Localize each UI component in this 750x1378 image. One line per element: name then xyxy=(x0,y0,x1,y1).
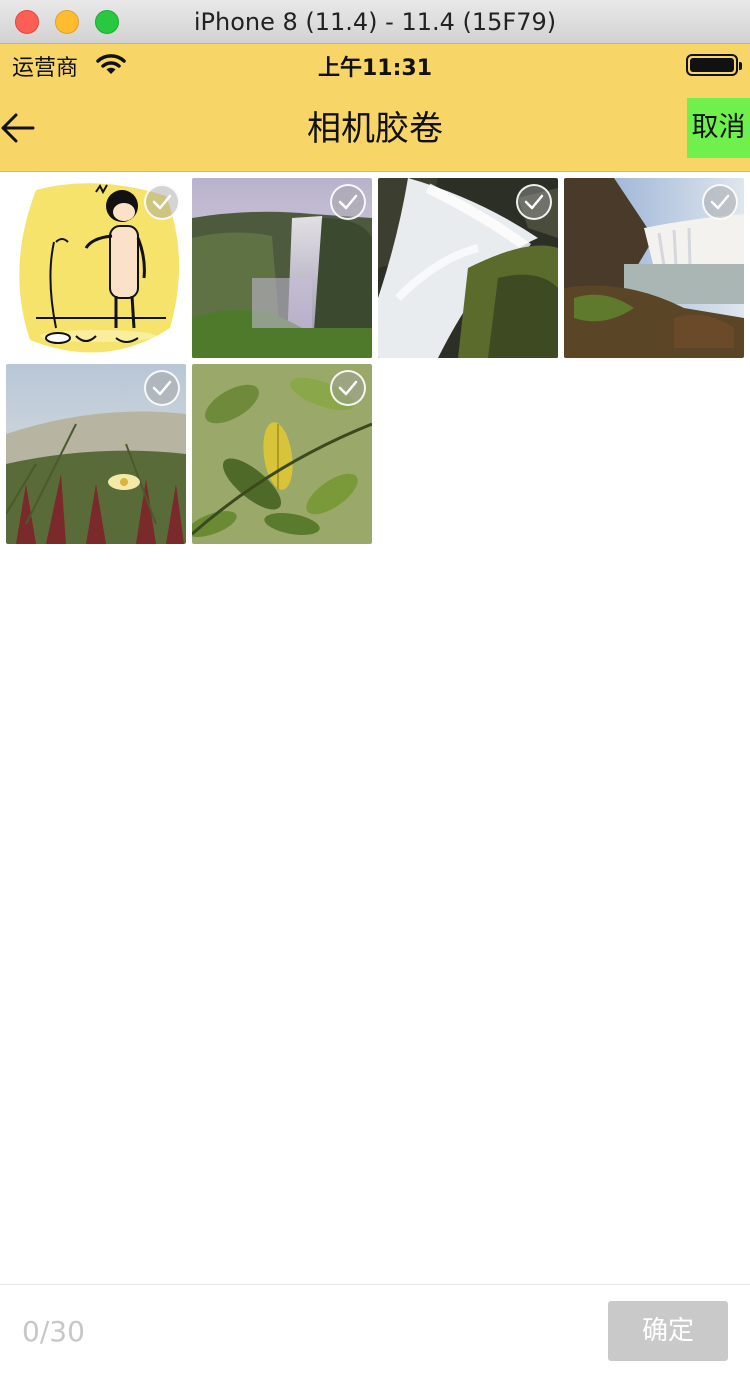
selection-count: 0/30 xyxy=(22,1315,85,1348)
status-bar: 运营商 上午11:31 xyxy=(0,44,750,86)
select-checkmark-icon[interactable] xyxy=(144,370,180,406)
navigation-bar: 相机胶卷 取消 xyxy=(0,86,750,172)
select-checkmark-icon[interactable] xyxy=(144,184,180,220)
battery-icon xyxy=(686,54,742,76)
window-titlebar: iPhone 8 (11.4) - 11.4 (15F79) xyxy=(0,0,750,44)
confirm-button[interactable]: 确定 xyxy=(608,1301,728,1361)
photo-cell[interactable] xyxy=(564,178,744,358)
select-checkmark-icon[interactable] xyxy=(330,370,366,406)
window-title: iPhone 8 (11.4) - 11.4 (15F79) xyxy=(193,8,557,36)
status-time: 上午11:31 xyxy=(317,56,433,81)
photo-cell[interactable] xyxy=(6,364,186,544)
select-checkmark-icon[interactable] xyxy=(702,184,738,220)
photo-cell[interactable] xyxy=(192,364,372,544)
photo-cell[interactable] xyxy=(378,178,558,358)
bottom-toolbar: 0/30 确定 xyxy=(0,1284,750,1378)
select-checkmark-icon[interactable] xyxy=(330,184,366,220)
cancel-button[interactable]: 取消 xyxy=(687,98,750,158)
photo-cell[interactable] xyxy=(6,178,186,358)
page-title: 相机胶卷 xyxy=(307,109,443,149)
select-checkmark-icon[interactable] xyxy=(516,184,552,220)
photo-cell[interactable] xyxy=(192,178,372,358)
